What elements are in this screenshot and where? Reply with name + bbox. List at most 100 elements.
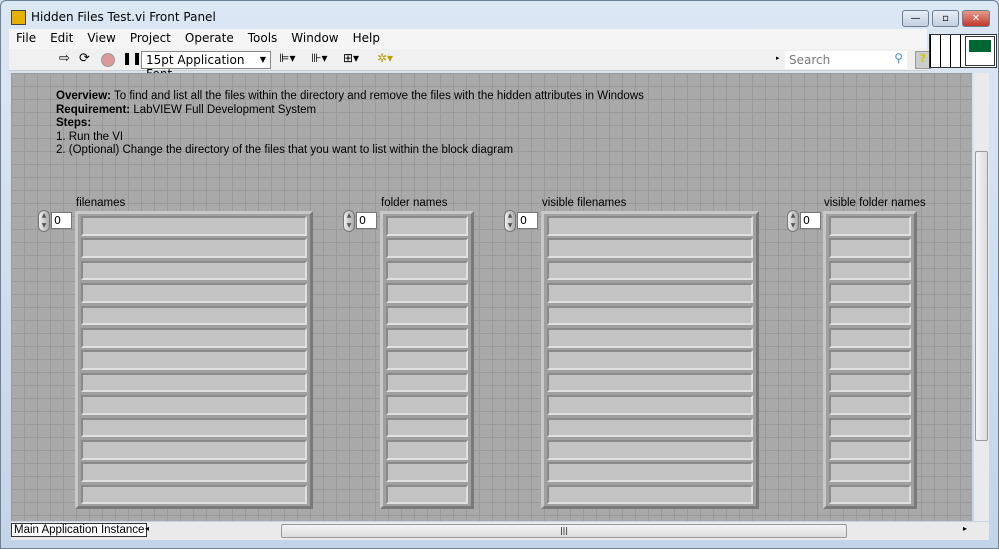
array-element[interactable] <box>829 395 911 415</box>
front-panel: Overview: To find and list all the files… <box>11 73 972 521</box>
array-element[interactable] <box>81 216 307 236</box>
array-element[interactable] <box>829 350 911 370</box>
array-element[interactable] <box>81 350 307 370</box>
array-element[interactable] <box>829 484 911 505</box>
align-objects-icon[interactable]: ⊫▾ <box>279 51 295 65</box>
index-value[interactable]: 0 <box>800 212 821 229</box>
search-icon[interactable]: ⚲ <box>894 51 903 65</box>
run-arrow-icon[interactable]: ⇨ <box>59 51 70 66</box>
array-element[interactable] <box>81 327 307 348</box>
array-element[interactable] <box>81 439 307 460</box>
array-element[interactable] <box>386 260 468 281</box>
connector-pane[interactable] <box>929 34 997 68</box>
array-element[interactable] <box>547 395 753 415</box>
array-element[interactable] <box>829 462 911 482</box>
array-element[interactable] <box>81 305 307 326</box>
array-element[interactable] <box>829 305 911 326</box>
array-element[interactable] <box>829 439 911 460</box>
array-element[interactable] <box>547 462 753 482</box>
array-element[interactable] <box>829 283 911 303</box>
array-element[interactable] <box>386 305 468 326</box>
menu-view[interactable]: View <box>80 29 122 49</box>
visible-folder-names-index: ▲ ▼ 0 <box>787 210 823 232</box>
array-element[interactable] <box>547 350 753 370</box>
array-element[interactable] <box>386 462 468 482</box>
array-element[interactable] <box>386 327 468 348</box>
scroll-right-icon[interactable]: ▸ <box>963 524 967 533</box>
menu-project[interactable]: Project <box>123 29 178 49</box>
index-value[interactable]: 0 <box>356 212 377 229</box>
visible-folder-names-array <box>823 211 917 509</box>
index-spinner[interactable]: ▲ ▼ <box>343 210 355 232</box>
array-element[interactable] <box>386 238 468 258</box>
array-element[interactable] <box>547 417 753 438</box>
application-instance[interactable]: Main Application Instance <box>11 523 148 537</box>
maximize-button[interactable]: ▫ <box>932 10 959 27</box>
array-element[interactable] <box>81 260 307 281</box>
array-element[interactable] <box>829 417 911 438</box>
close-button[interactable]: ✕ <box>962 10 990 27</box>
array-element[interactable] <box>547 305 753 326</box>
array-element[interactable] <box>547 439 753 460</box>
array-element[interactable] <box>81 462 307 482</box>
menu-file[interactable]: File <box>9 29 43 49</box>
index-value[interactable]: 0 <box>51 212 72 229</box>
overview-label: Overview: <box>56 90 111 102</box>
array-element[interactable] <box>386 372 468 393</box>
horizontal-scroll-thumb[interactable]: ||| <box>281 524 847 538</box>
vertical-scroll-thumb[interactable] <box>975 151 988 441</box>
array-element[interactable] <box>547 283 753 303</box>
resize-objects-icon[interactable]: ⊞▾ <box>343 51 359 65</box>
menu-tools[interactable]: Tools <box>241 29 285 49</box>
array-element[interactable] <box>81 238 307 258</box>
menu-help[interactable]: Help <box>346 29 387 49</box>
array-element[interactable] <box>547 260 753 281</box>
array-element[interactable] <box>829 327 911 348</box>
array-element[interactable] <box>829 260 911 281</box>
array-element[interactable] <box>386 395 468 415</box>
array-element[interactable] <box>547 216 753 236</box>
array-element[interactable] <box>829 372 911 393</box>
pause-icon[interactable]: ❚❚ <box>122 51 142 65</box>
visible-filenames-index: ▲ ▼ 0 <box>504 210 540 232</box>
array-element[interactable] <box>547 238 753 258</box>
array-element[interactable] <box>386 216 468 236</box>
toolbar: ⇨ ⟳ ❚❚ 15pt Application Font▼ ⊫▾ ⊪▾ ⊞▾ ✲… <box>9 49 931 81</box>
index-spinner[interactable]: ▲ ▼ <box>504 210 516 232</box>
array-element[interactable] <box>386 350 468 370</box>
array-element[interactable] <box>829 216 911 236</box>
step-2: 2. (Optional) Change the directory of th… <box>56 144 514 156</box>
distribute-objects-icon[interactable]: ⊪▾ <box>311 51 327 65</box>
menu-operate[interactable]: Operate <box>178 29 241 49</box>
vertical-scrollbar[interactable] <box>974 73 989 521</box>
index-spinner[interactable]: ▲ ▼ <box>787 210 799 232</box>
search-input[interactable]: Search ⚲ <box>785 51 907 69</box>
array-element[interactable] <box>81 283 307 303</box>
abort-icon[interactable] <box>101 53 115 67</box>
index-spinner[interactable]: ▲ ▼ <box>38 210 50 232</box>
array-element[interactable] <box>81 484 307 505</box>
search-expand-icon[interactable]: ▸ <box>776 54 780 62</box>
array-element[interactable] <box>386 417 468 438</box>
array-element[interactable] <box>386 484 468 505</box>
array-element[interactable] <box>547 327 753 348</box>
minimize-button[interactable]: — <box>902 10 929 27</box>
steps-label: Steps: <box>56 117 92 129</box>
font-select[interactable]: 15pt Application Font▼ <box>141 51 271 81</box>
labview-vi-icon <box>11 10 26 25</box>
folder-names-array <box>380 211 474 509</box>
array-element[interactable] <box>829 238 911 258</box>
index-value[interactable]: 0 <box>517 212 538 229</box>
array-element[interactable] <box>547 484 753 505</box>
reorder-icon[interactable]: ✲▾ <box>377 51 393 65</box>
array-element[interactable] <box>81 417 307 438</box>
array-element[interactable] <box>386 283 468 303</box>
scroll-left-icon[interactable]: ◂ <box>145 524 149 533</box>
array-element[interactable] <box>81 372 307 393</box>
array-element[interactable] <box>386 439 468 460</box>
menu-edit[interactable]: Edit <box>43 29 80 49</box>
menu-window[interactable]: Window <box>284 29 345 49</box>
array-element[interactable] <box>547 372 753 393</box>
array-element[interactable] <box>81 395 307 415</box>
run-continuously-icon[interactable]: ⟳ <box>79 51 90 66</box>
